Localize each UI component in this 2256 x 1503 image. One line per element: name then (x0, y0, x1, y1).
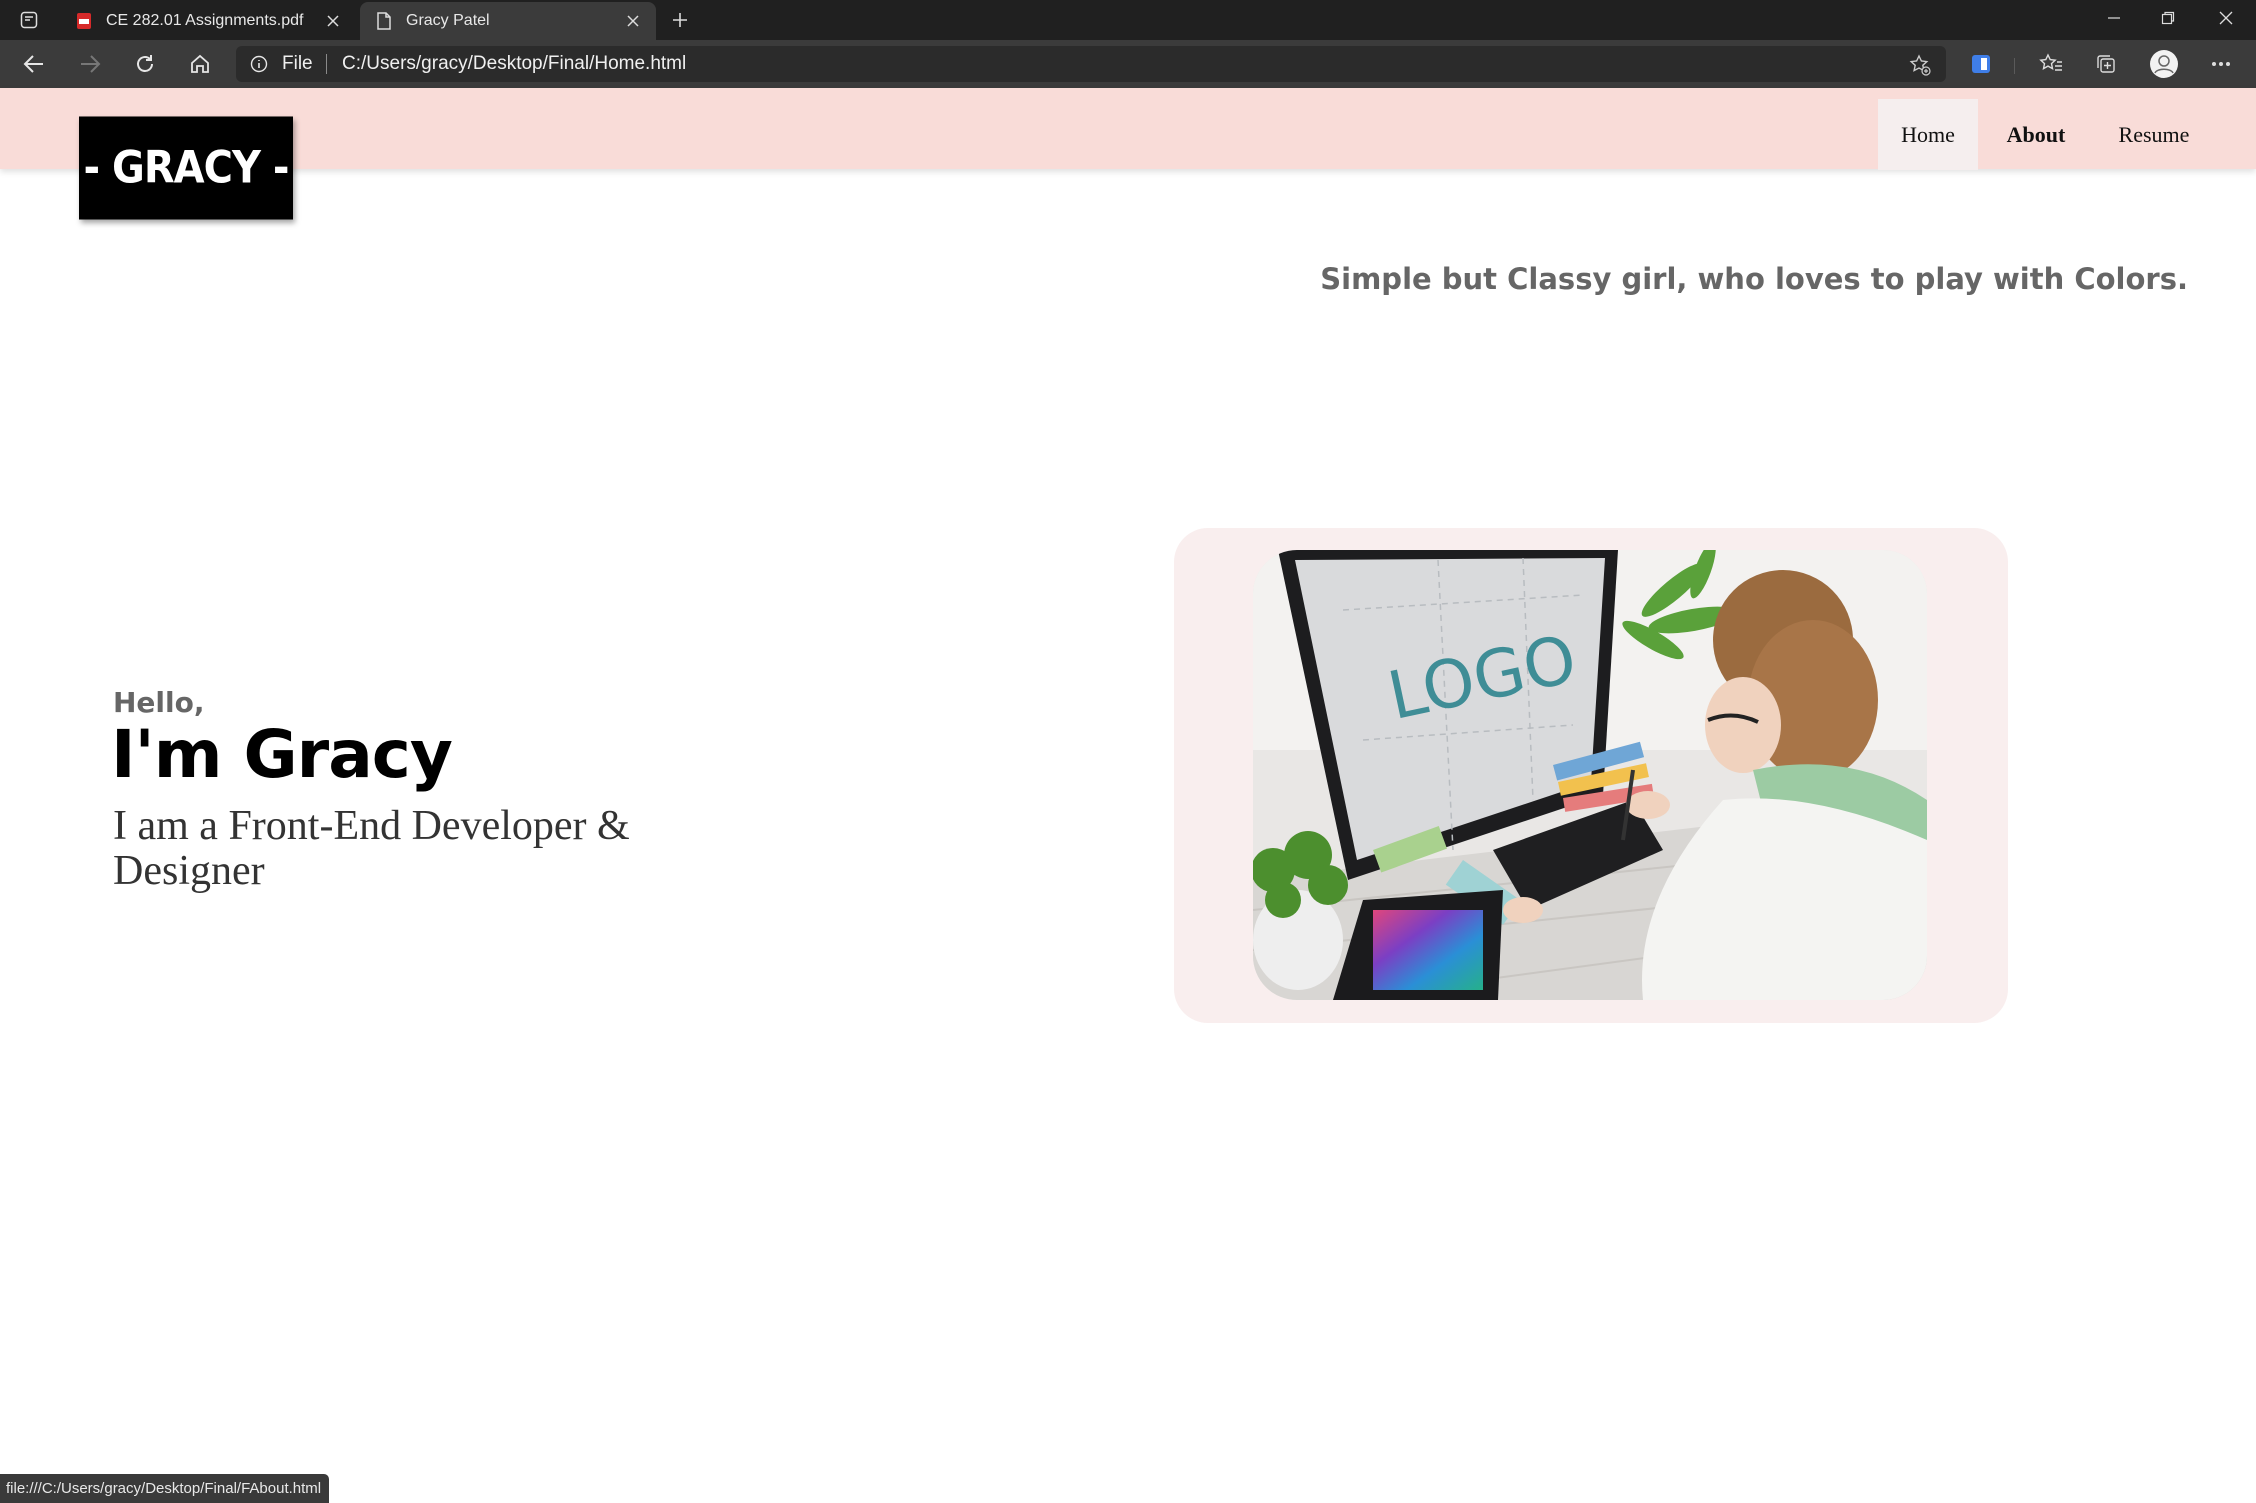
tab-pdf[interactable]: CE 282.01 Assignments.pdf (60, 2, 356, 40)
close-tab-icon[interactable] (322, 10, 344, 32)
browser-tab-bar: CE 282.01 Assignments.pdf Gracy Patel (0, 0, 2256, 40)
tab-title: CE 282.01 Assignments.pdf (106, 12, 304, 29)
profile-avatar-icon[interactable] (2148, 48, 2180, 80)
hero-name: I'm Gracy (111, 716, 453, 793)
hero-photo: LOGO (1253, 550, 1927, 1000)
url-scheme: File (282, 53, 313, 74)
refresh-icon[interactable] (128, 48, 162, 80)
status-bar-url: file:///C:/Users/gracy/Desktop/Final/FAb… (0, 1474, 330, 1503)
tab-gracy-patel[interactable]: Gracy Patel (360, 2, 656, 40)
home-icon[interactable] (183, 48, 217, 80)
toolbar-separator (2014, 58, 2015, 74)
hero-role: I am a Front-End Developer & Designer (113, 803, 630, 894)
hero-greeting: Hello, (113, 686, 205, 719)
more-options-icon[interactable] (2207, 50, 2235, 78)
collections-icon[interactable] (2092, 50, 2120, 78)
site-info-icon[interactable] (250, 55, 268, 73)
nav-resume[interactable]: Resume (2104, 99, 2204, 170)
browser-toolbar: File C:/Users/gracy/Desktop/Final/Home.h… (0, 40, 2256, 88)
extension-icon[interactable] (1967, 50, 1995, 78)
forward-arrow-icon[interactable] (73, 48, 107, 80)
new-tab-icon[interactable] (668, 8, 692, 32)
close-window-icon[interactable] (2198, 0, 2254, 36)
favorites-icon[interactable] (2037, 50, 2065, 78)
pdf-icon (74, 11, 94, 31)
url-text[interactable]: C:/Users/gracy/Desktop/Final/Home.html (342, 53, 686, 75)
nav-about[interactable]: About (1996, 99, 2076, 170)
back-arrow-icon[interactable] (17, 48, 51, 80)
minimize-icon[interactable] (2086, 0, 2142, 36)
tab-title: Gracy Patel (406, 12, 490, 29)
restore-icon[interactable] (2140, 0, 2196, 36)
close-tab-icon[interactable] (622, 10, 644, 32)
add-favorite-icon[interactable] (1908, 53, 1932, 77)
nav-home[interactable]: Home (1878, 99, 1978, 170)
address-bar[interactable]: File C:/Users/gracy/Desktop/Final/Home.h… (236, 46, 1946, 82)
page-icon (374, 11, 394, 31)
site-logo[interactable]: - GRACY - (79, 116, 293, 220)
address-separator (326, 54, 327, 74)
tagline: Simple but Classy girl, who loves to pla… (1320, 262, 2188, 296)
tab-actions-icon[interactable] (18, 9, 40, 31)
